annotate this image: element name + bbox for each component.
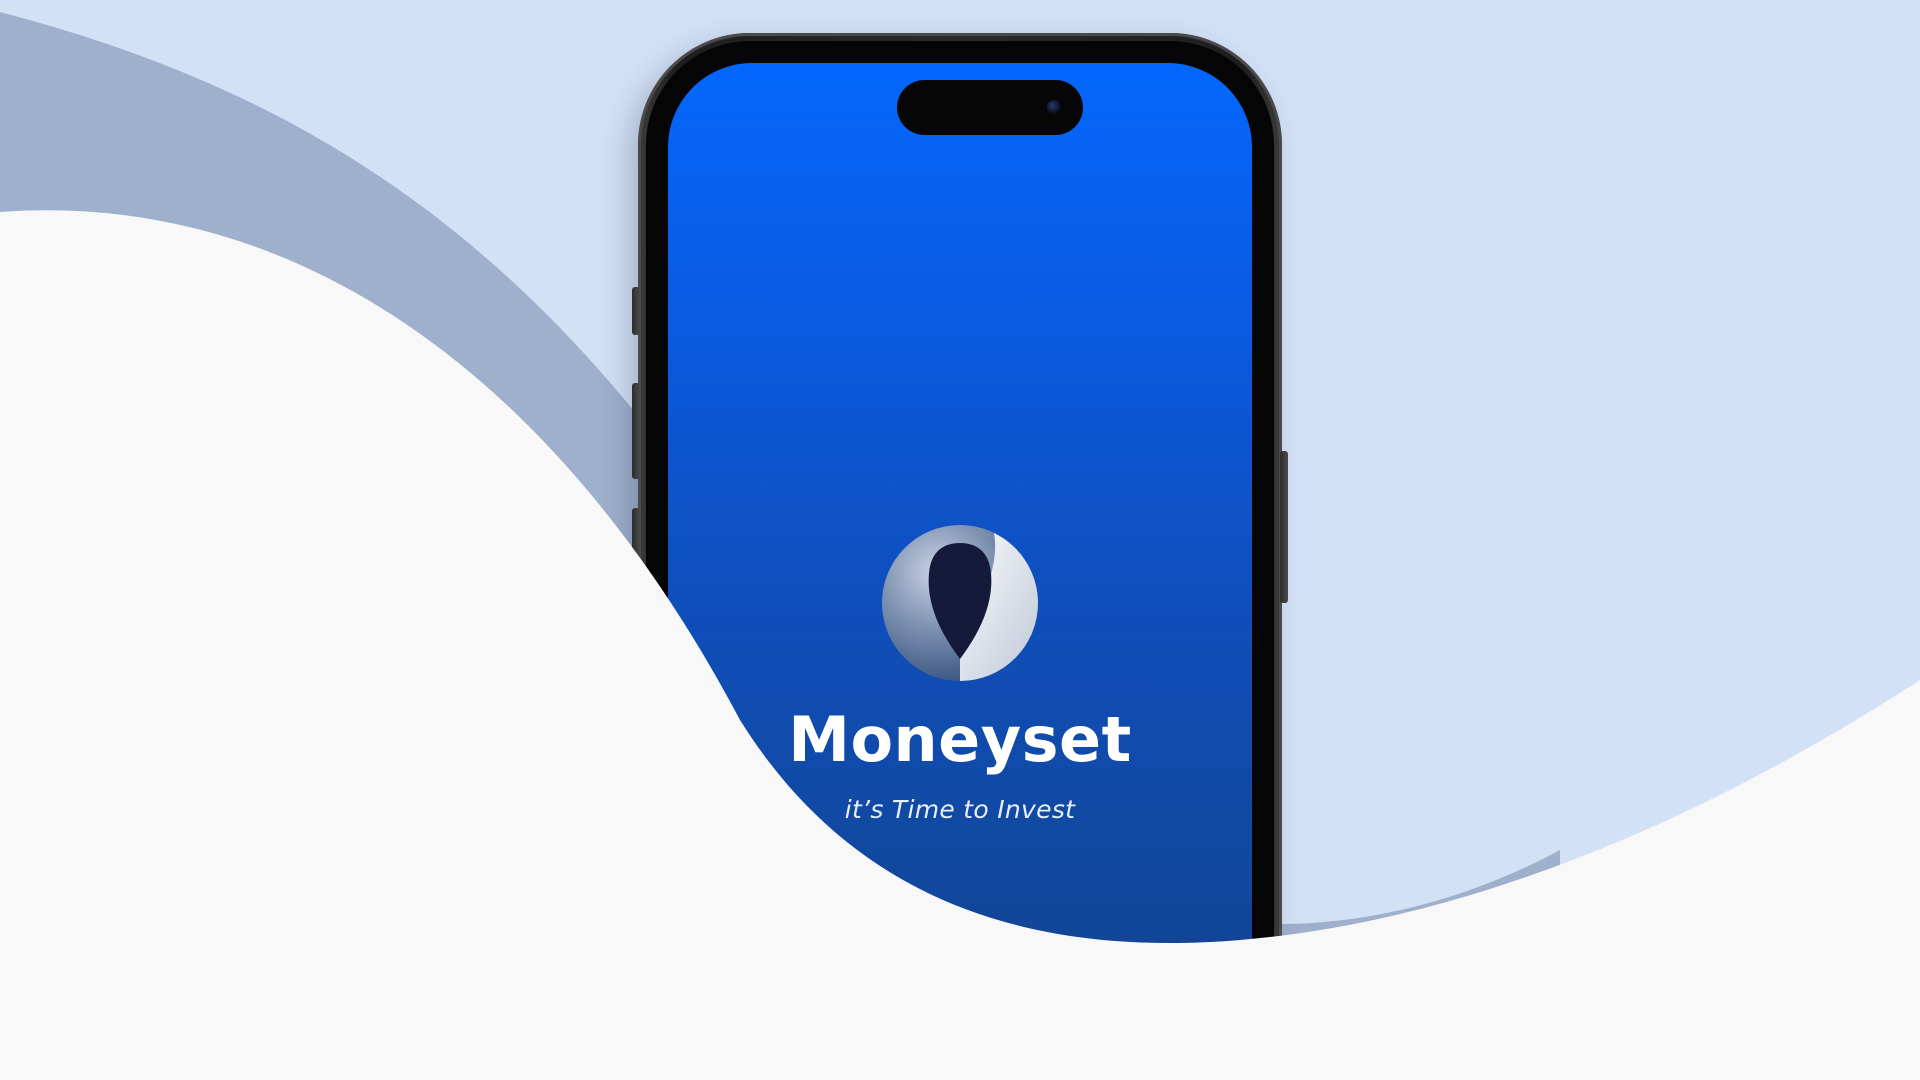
foreground-wave: [0, 210, 1920, 1080]
splash-screen-mockup: Moneyset it’s Time to Invest: [0, 0, 1920, 1080]
